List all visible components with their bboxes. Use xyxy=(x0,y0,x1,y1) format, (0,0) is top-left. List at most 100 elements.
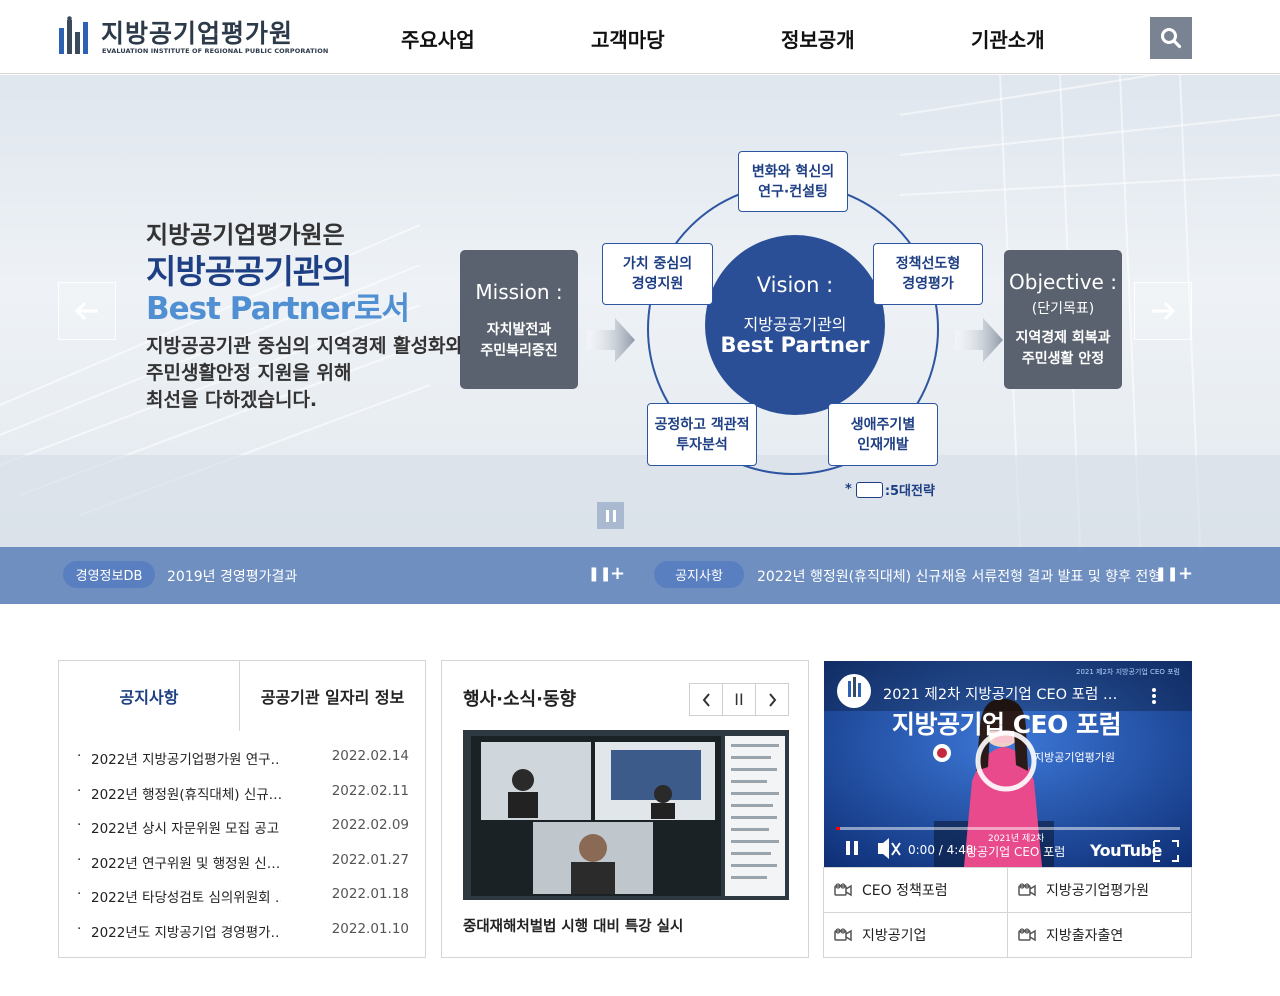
notice-item-title: 2022년 상시 자문위원 모집 공고 xyxy=(91,821,280,837)
mission-heading: Mission : xyxy=(475,280,563,304)
event-photo[interactable] xyxy=(463,730,789,900)
search-button[interactable] xyxy=(1150,17,1192,59)
event-pause-button[interactable]: II xyxy=(723,684,756,715)
pause-icon xyxy=(605,509,616,522)
notice-list-item[interactable]: · 2022년 행정원(휴직대체) 신규… 2022.02.11 xyxy=(77,783,409,803)
objective-subtitle: (단기목표) xyxy=(1031,301,1095,317)
vision-heading: Vision : xyxy=(756,273,834,297)
video-org: 지방공기업평가원 xyxy=(1034,751,1115,764)
notice-list-item[interactable]: · 2022년 타당성검토 심의위원회 … 2022.01.18 xyxy=(77,886,409,906)
ticker-text-notice[interactable]: 2022년 행정원(휴직대체) 신규채용 서류전형 결과 발표 및 향후 전형 xyxy=(757,566,1161,586)
quick-link-institute[interactable]: 지방공기업평가원 xyxy=(1008,867,1192,912)
notice-item-date: 2022.02.11 xyxy=(331,782,409,799)
video-time: 0:00 / 4:48 xyxy=(908,843,974,857)
strategy-box-management: 가치 중심의 경영지원 xyxy=(602,243,713,305)
ticker-db-pause-icon[interactable]: ❚❚ xyxy=(588,565,611,583)
ticker-label-notice[interactable]: 공지사항 xyxy=(654,561,744,588)
hero-prev-button[interactable] xyxy=(58,282,116,340)
nav-major-business[interactable]: 주요사업 xyxy=(401,24,475,53)
mission-body-line: 주민복리증진 xyxy=(480,343,558,359)
event-next-button[interactable] xyxy=(756,684,788,715)
hero-heading-line3: Best Partner로서 xyxy=(146,291,410,327)
notice-list-item[interactable]: · 2022년 상시 자문위원 모집 공고 2022.02.09 xyxy=(77,817,409,837)
strategy-line: 경영평가 xyxy=(902,276,954,292)
event-prev-button[interactable] xyxy=(690,684,723,715)
hero-pause-button[interactable] xyxy=(597,502,624,529)
notice-item-title: 2022년 행정원(휴직대체) 신규… xyxy=(91,786,281,803)
bullet-icon: · xyxy=(77,817,82,833)
notice-list-item[interactable]: · 2022년도 지방공기업 경영평가… 2022.01.10 xyxy=(77,921,409,941)
bullet-icon: · xyxy=(77,748,82,764)
notice-ticker-bar: 경영정보DB 2019년 경영평가결과 ❚❚ + 공지사항 2022년 행정원(… xyxy=(0,547,1280,604)
notice-item-title: 2022년 타당성검토 심의위원회 … xyxy=(91,890,281,906)
notice-item-date: 2022.01.27 xyxy=(331,851,409,868)
hero-desc-line: 주민생활안정 지원을 위해 xyxy=(146,362,352,384)
youtube-video-player[interactable]: 2021 제2차 지방공기업 CEO 포럼 … 2021 제2차 지방공기업 C… xyxy=(824,661,1192,867)
ticker-notice-pause-icon[interactable]: ❚❚ xyxy=(1155,565,1178,583)
site-header: 지방공기업평가원 EVALUATION INSTITUTE OF REGIONA… xyxy=(0,0,1280,74)
notice-list-item[interactable]: · 2022년 지방공기업평가원 연구… 2022.02.14 xyxy=(77,748,409,768)
quick-link-label: 지방공기업 xyxy=(862,928,927,944)
mission-body-line: 자치발전과 xyxy=(486,322,552,338)
nav-customer[interactable]: 고객마당 xyxy=(591,24,665,53)
strategy-line: 경영지원 xyxy=(631,276,684,292)
logo-subtitle: EVALUATION INSTITUTE OF REGIONAL PUBLIC … xyxy=(102,47,329,55)
quick-link-contribution[interactable]: 지방출자출연 xyxy=(1008,912,1192,957)
notice-panel: 공지사항 공공기관 일자리 정보 · 2022년 지방공기업평가원 연구… 2022… xyxy=(58,660,426,958)
strategy-legend: * :5대전략 xyxy=(845,480,935,499)
tab-notice[interactable]: 공지사항 xyxy=(59,661,240,731)
youtube-logo[interactable]: YouTube xyxy=(1090,841,1162,860)
objective-body-line: 주민생활 안정 xyxy=(1021,351,1105,367)
chevron-left-icon xyxy=(702,692,710,707)
event-caption-link[interactable]: 중대재해처벌법 시행 대비 특강 실시 xyxy=(463,915,683,936)
chevron-right-icon xyxy=(768,692,776,707)
ticker-notice-more-icon[interactable]: + xyxy=(1178,565,1193,583)
objective-body-line: 지역경제 회복과 xyxy=(1015,330,1111,346)
nav-about[interactable]: 기관소개 xyxy=(971,24,1045,53)
ticker-text-db[interactable]: 2019년 경영평가결과 xyxy=(167,566,297,586)
strategy-line: 투자분석 xyxy=(676,436,728,453)
bullet-icon: · xyxy=(77,782,82,799)
mission-box: Mission : 자치발전과 주민복리증진 xyxy=(460,250,578,389)
quick-link-ceo-forum[interactable]: CEO 정책포럼 xyxy=(824,867,1008,912)
notice-item-date: 2022.01.18 xyxy=(331,886,409,902)
hero-banner: 지방공기업평가원은 지방공공기관의 Best Partner로서 지방공공기관 … xyxy=(0,75,1280,547)
quick-link-label: CEO 정책포럼 xyxy=(862,883,948,899)
site-logo[interactable]: 지방공기업평가원 EVALUATION INSTITUTE OF REGIONA… xyxy=(57,14,328,60)
hero-next-button[interactable] xyxy=(1134,282,1192,340)
event-panel-title: 행사·소식·동향 xyxy=(463,689,577,710)
quick-link-label: 지방출자출연 xyxy=(1046,928,1124,944)
quick-link-public-corp[interactable]: 지방공기업 xyxy=(824,912,1008,957)
hero-description: 지방공공기관 중심의 지역경제 활성화와 주민생활안정 지원을 위해 최선을 다… xyxy=(146,333,463,414)
video-title[interactable]: 2021 제2차 지방공기업 CEO 포럼 … xyxy=(883,683,1117,704)
video-caption-line2: 방공기업 CEO 포럼 xyxy=(966,845,1066,859)
notice-item-date: 2022.01.10 xyxy=(331,920,409,937)
hero-desc-line: 지방공공기관 중심의 지역경제 활성화와 xyxy=(146,335,464,357)
logo-title: 지방공기업평가원 xyxy=(101,19,294,48)
hero-desc-line: 최선을 다하겠습니다. xyxy=(146,389,318,411)
video-banner: 2021 제2차 지방공기업 CEO 포럼 xyxy=(1076,668,1180,676)
tab-job-info[interactable]: 공공기관 일자리 정보 xyxy=(240,661,425,731)
strategy-box-investment: 공정하고 객관적 투자분석 xyxy=(647,403,757,466)
flow-arrow-icon xyxy=(587,318,635,362)
video-camera-icon xyxy=(834,883,852,897)
legend-box-icon xyxy=(855,481,883,498)
ticker-label-db[interactable]: 경영정보DB xyxy=(63,561,155,588)
bullet-icon: · xyxy=(77,851,82,868)
strategy-line: 연구·컨설팅 xyxy=(758,183,828,200)
flow-arrow-icon xyxy=(955,318,1003,362)
ticker-db-more-icon[interactable]: + xyxy=(610,565,625,583)
notice-list-item[interactable]: · 2022년 연구위원 및 행정원 신… 2022.01.27 xyxy=(77,852,409,872)
legend-text: :5대전략 xyxy=(884,484,935,499)
arrow-right-icon xyxy=(1152,301,1176,321)
objective-heading: Objective : xyxy=(1009,270,1117,294)
vision-subtitle: 지방공공기관의 xyxy=(743,315,847,334)
event-panel: 행사·소식·동향 II 중대재해처벌법 시행 대비 특강 실시 xyxy=(441,660,809,958)
bullet-icon: · xyxy=(77,920,82,937)
strategy-box-evaluation: 정책선도형 경영평가 xyxy=(873,243,983,305)
video-camera-icon xyxy=(834,928,852,942)
video-conference-image xyxy=(463,730,789,900)
nav-disclosure[interactable]: 정보공개 xyxy=(781,24,855,53)
notice-item-date: 2022.02.14 xyxy=(331,748,409,764)
notice-item-title: 2022년도 지방공기업 경영평가… xyxy=(91,924,281,941)
